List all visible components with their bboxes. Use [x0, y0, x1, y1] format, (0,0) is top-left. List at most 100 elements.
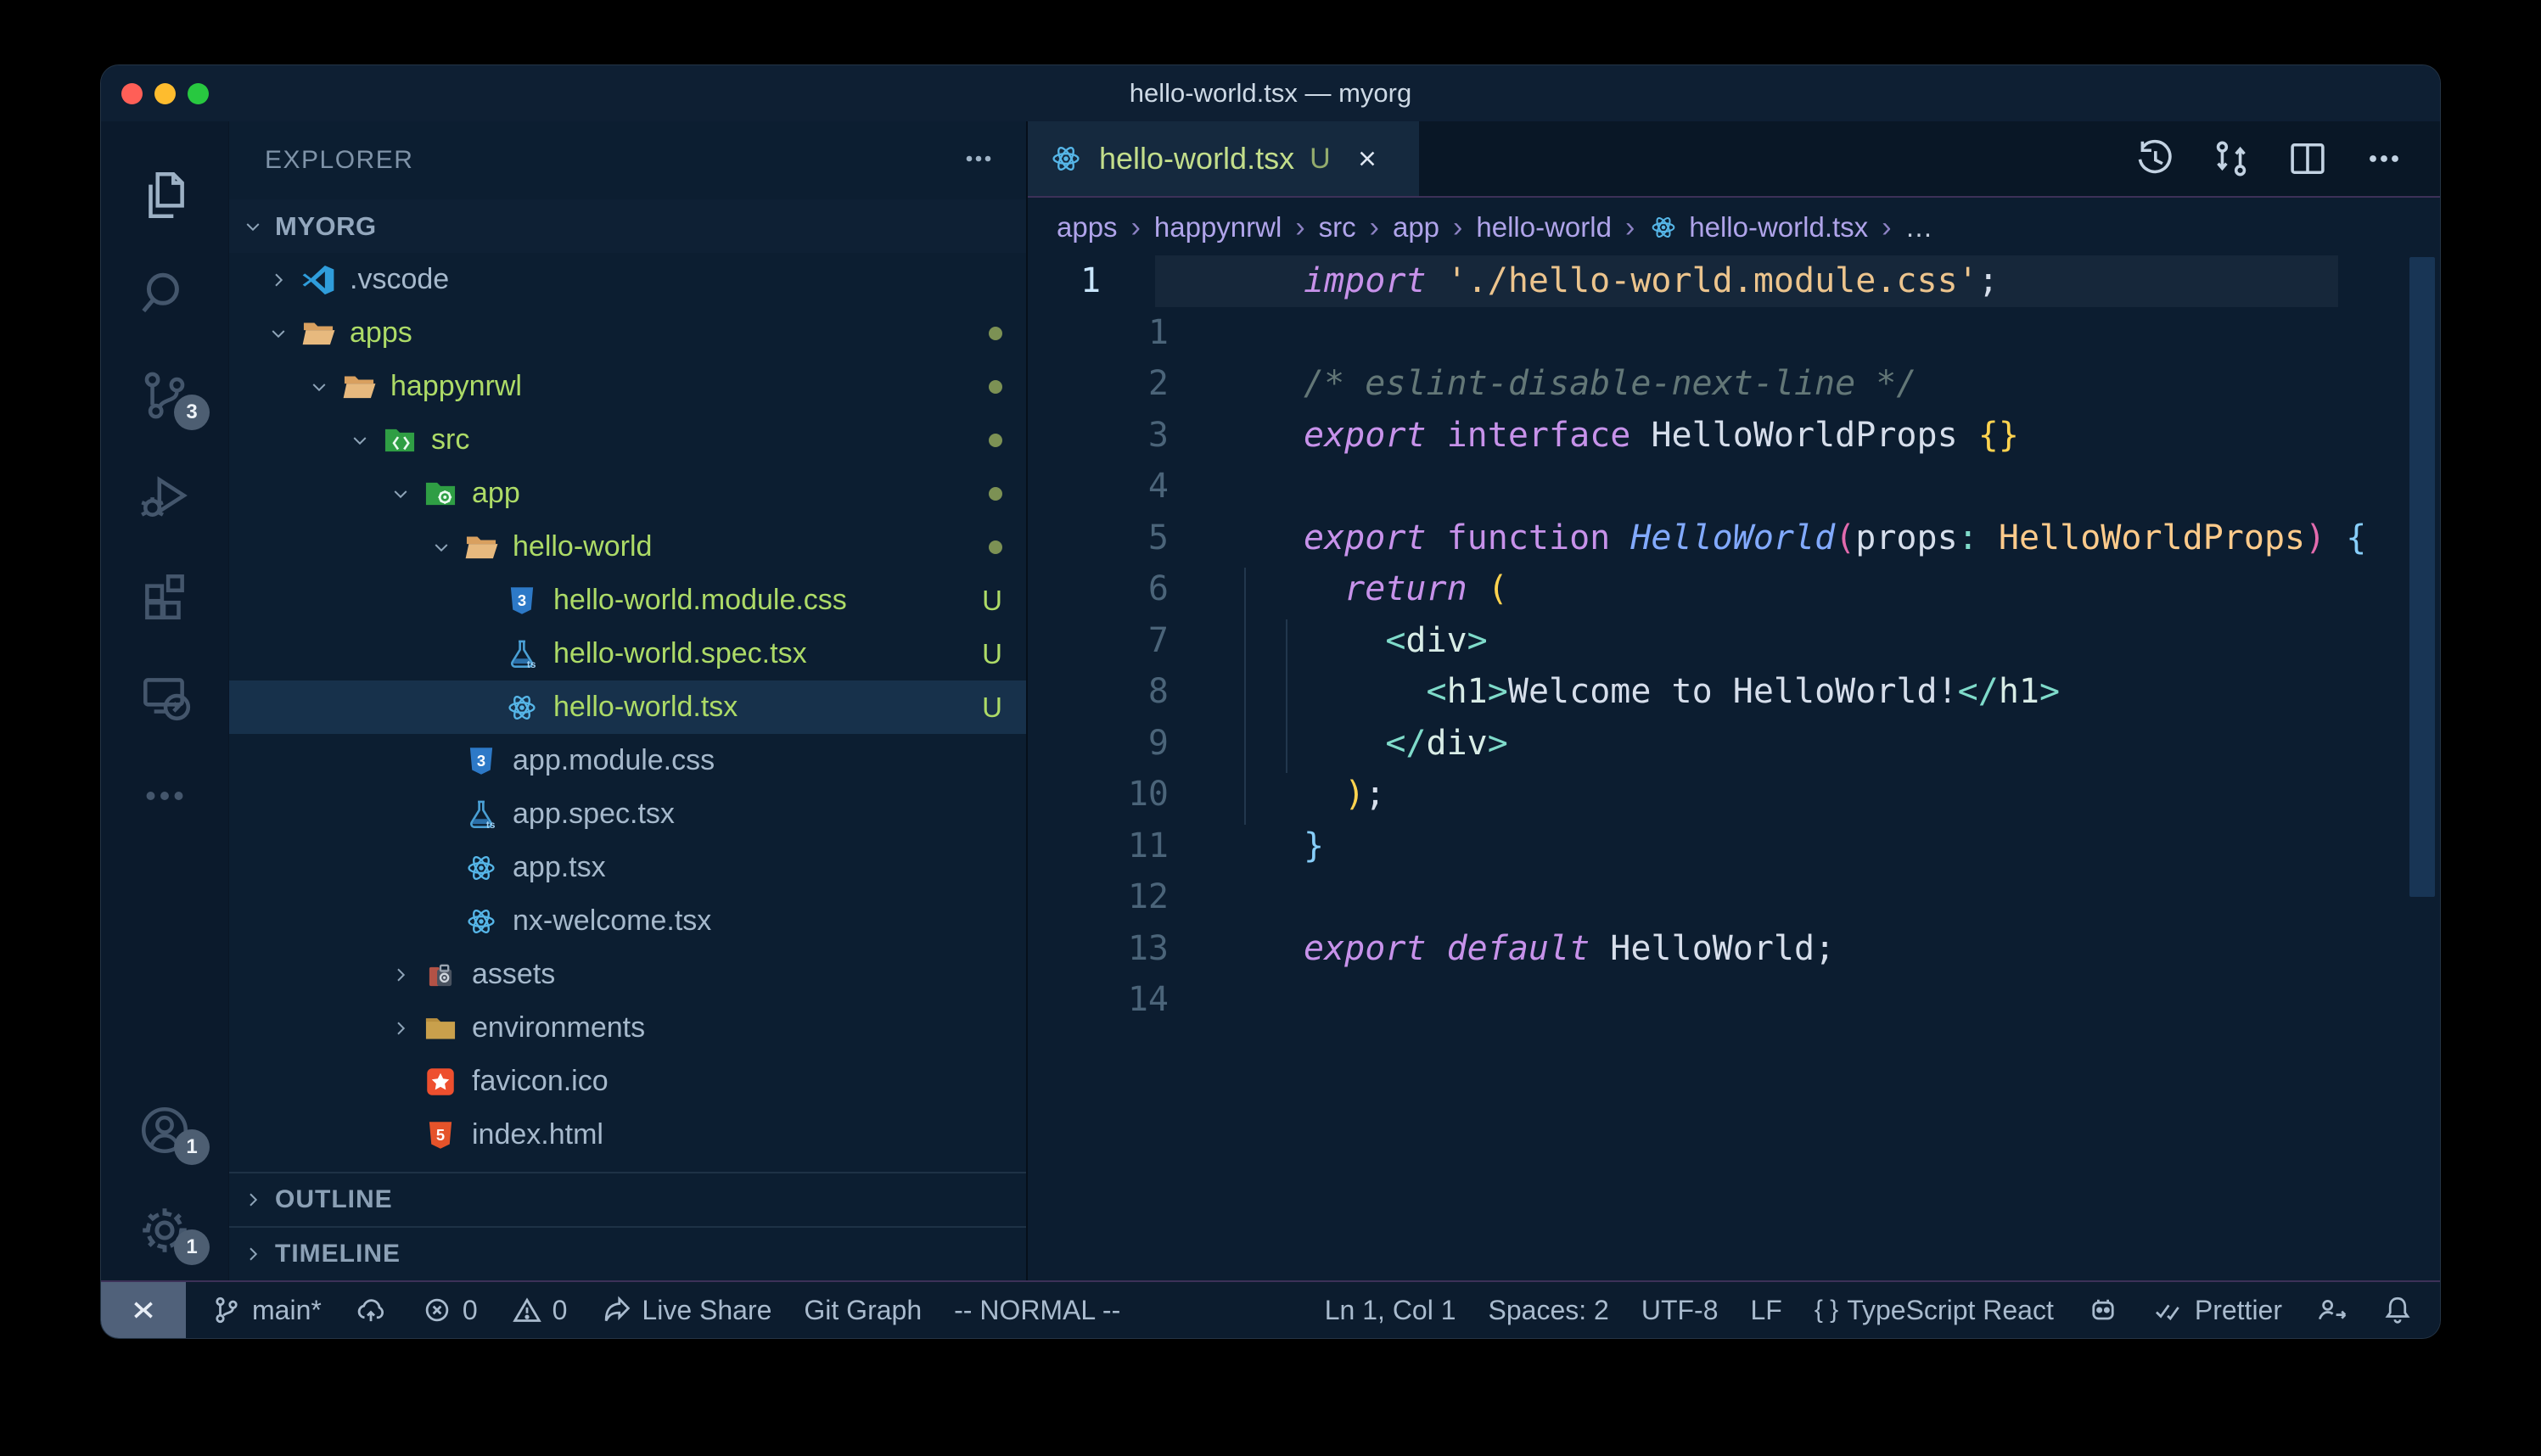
tree-item-src[interactable]: src	[229, 413, 1026, 467]
status-item-sync[interactable]	[354, 1293, 388, 1327]
more-actions-icon[interactable]	[2362, 137, 2406, 181]
tree-item-environments[interactable]: environments	[229, 1001, 1026, 1055]
code-line: 9 </div>	[1028, 718, 2440, 770]
status-item-warnings[interactable]: 0	[510, 1293, 568, 1327]
activity-item-search[interactable]	[101, 245, 228, 345]
tab-hello-world-tsx[interactable]: hello-world.tsx U	[1028, 121, 1420, 196]
activity-item-remote-explorer[interactable]	[101, 646, 228, 746]
activity-item-explorer[interactable]	[101, 145, 228, 245]
remote-indicator[interactable]	[101, 1282, 186, 1338]
status-item-vim-mode[interactable]: -- NORMAL --	[954, 1295, 1120, 1326]
breadcrumb-item-apps[interactable]: apps	[1057, 211, 1118, 244]
explorer-more-actions-icon[interactable]	[960, 140, 997, 182]
activity-item-extensions[interactable]	[101, 546, 228, 646]
chevron-right-icon[interactable]	[390, 1017, 411, 1039]
tree-item-app[interactable]: app	[229, 467, 1026, 520]
tree-item-app-module-css[interactable]: 3app.module.css	[229, 734, 1026, 787]
robot-icon	[2086, 1293, 2120, 1327]
chevron-right-icon[interactable]	[243, 1243, 263, 1265]
code-line-content: export function HelloWorld(props: HelloW…	[1223, 512, 2366, 564]
status-item-label: UTF-8	[1641, 1295, 1719, 1326]
tree-item-label: favicon.ico	[472, 1065, 609, 1098]
breadcrumb-item-happynrwl[interactable]: happynrwl	[1154, 211, 1282, 244]
chevron-right-icon[interactable]	[268, 269, 289, 291]
status-item-git-graph[interactable]: Git Graph	[804, 1295, 922, 1326]
git-status-indicator	[989, 327, 1026, 340]
chevron-down-icon[interactable]	[309, 376, 329, 398]
activity-item-accounts[interactable]: 1	[101, 1080, 228, 1180]
code-line-content	[1223, 461, 1304, 512]
code-line: 12	[1028, 871, 2440, 923]
tree-item-app-tsx[interactable]: app.tsx	[229, 841, 1026, 894]
title-bar[interactable]: hello-world.tsx — myorg	[101, 65, 2440, 121]
split-editor-icon[interactable]	[2286, 137, 2330, 181]
status-item-prettier[interactable]: Prettier	[2152, 1293, 2282, 1327]
tree-item-app-spec-tsx[interactable]: tsapp.spec.tsx	[229, 787, 1026, 841]
breadcrumb-item-src[interactable]: src	[1319, 211, 1356, 244]
tree-item-favicon-ico[interactable]: favicon.ico	[229, 1055, 1026, 1108]
tree-item-happynrwl[interactable]: happynrwl	[229, 360, 1026, 413]
status-left-group: main* 00 Live Share Git Graph -- NORMAL --	[186, 1282, 1120, 1338]
breadcrumb-item-app[interactable]: app	[1393, 211, 1439, 244]
chevron-down-icon[interactable]	[390, 483, 411, 505]
chevron-down-icon[interactable]	[243, 216, 263, 238]
chevron-right-icon[interactable]	[390, 964, 411, 986]
breadcrumb-item-hello-world-tsx[interactable]: hello-world.tsx	[1648, 211, 1868, 244]
tree-item-hello-world[interactable]: hello-world	[229, 520, 1026, 574]
chevron-down-icon[interactable]	[431, 536, 452, 558]
breadcrumb-item--[interactable]: …	[1905, 211, 1933, 244]
tree-item--vscode[interactable]: .vscode	[229, 253, 1026, 306]
chevron-down-icon[interactable]	[268, 322, 289, 344]
breadcrumb-label: happynrwl	[1154, 211, 1282, 244]
css3-icon: 3	[504, 583, 540, 619]
activity-item-run-debug[interactable]	[101, 445, 228, 546]
html5-icon: 5	[423, 1117, 458, 1153]
activity-item-more[interactable]	[101, 746, 228, 846]
status-item-language-mode[interactable]: { }TypeScript React	[1815, 1295, 2054, 1326]
error-icon	[420, 1293, 454, 1327]
explorer-title: EXPLORER	[265, 146, 413, 175]
code-area[interactable]: 1import './hello-world.module.css';12/* …	[1028, 255, 2440, 1280]
status-item-encoding[interactable]: UTF-8	[1641, 1295, 1719, 1326]
folder-app-icon	[423, 476, 458, 512]
tree-item-assets[interactable]: assets	[229, 948, 1026, 1001]
activity-item-settings[interactable]: 1	[101, 1180, 228, 1280]
test-icon: ts	[463, 797, 499, 832]
breadcrumb-item-hello-world[interactable]: hello-world	[1476, 211, 1612, 244]
line-number: 4	[1028, 461, 1223, 512]
braces-glyph: { }	[1815, 1296, 1838, 1324]
bell-icon	[2381, 1293, 2415, 1327]
status-item-eol[interactable]: LF	[1750, 1295, 1781, 1326]
chevron-right-icon[interactable]	[243, 1189, 263, 1211]
status-item-indentation[interactable]: Spaces: 2	[1489, 1295, 1609, 1326]
editor-scrollbar[interactable]	[2409, 257, 2435, 897]
svg-text:ts: ts	[527, 658, 536, 669]
window-title: hello-world.tsx — myorg	[101, 78, 2440, 109]
status-item-cursor-position[interactable]: Ln 1, Col 1	[1325, 1295, 1456, 1326]
status-item-robot[interactable]	[2086, 1293, 2120, 1327]
status-item-branch[interactable]: main*	[210, 1293, 322, 1327]
line-number: 6	[1028, 563, 1223, 615]
tab-close-icon[interactable]	[1353, 144, 1382, 173]
activity-item-source-control[interactable]: 3	[101, 345, 228, 445]
status-item-label: LF	[1750, 1295, 1781, 1326]
tree-item-hello-world-module-css[interactable]: 3hello-world.module.cssU	[229, 574, 1026, 627]
tree-item-nx-welcome-tsx[interactable]: nx-welcome.tsx	[229, 894, 1026, 948]
status-item-live-share[interactable]: Live Share	[599, 1293, 771, 1327]
status-item-errors[interactable]: 0	[420, 1293, 478, 1327]
tree-item-index-html[interactable]: 5index.html	[229, 1108, 1026, 1162]
tree-item-hello-world-tsx[interactable]: hello-world.tsxU	[229, 680, 1026, 734]
feedback-icon	[2314, 1293, 2348, 1327]
tree-item-hello-world-spec-tsx[interactable]: tshello-world.spec.tsxU	[229, 627, 1026, 680]
tree-root-myorg[interactable]: MYORG	[229, 199, 1026, 253]
tree-item-apps[interactable]: apps	[229, 306, 1026, 360]
chevron-down-icon[interactable]	[350, 429, 370, 451]
section-timeline[interactable]: TIMELINE	[229, 1226, 1026, 1280]
status-item-notifications[interactable]	[2381, 1293, 2415, 1327]
react-icon	[504, 690, 540, 725]
open-timeline-icon[interactable]	[2133, 137, 2177, 181]
code-line: 14	[1028, 974, 2440, 1026]
open-changes-icon[interactable]	[2209, 137, 2253, 181]
status-item-feedback[interactable]	[2314, 1293, 2348, 1327]
section-outline[interactable]: OUTLINE	[229, 1172, 1026, 1226]
